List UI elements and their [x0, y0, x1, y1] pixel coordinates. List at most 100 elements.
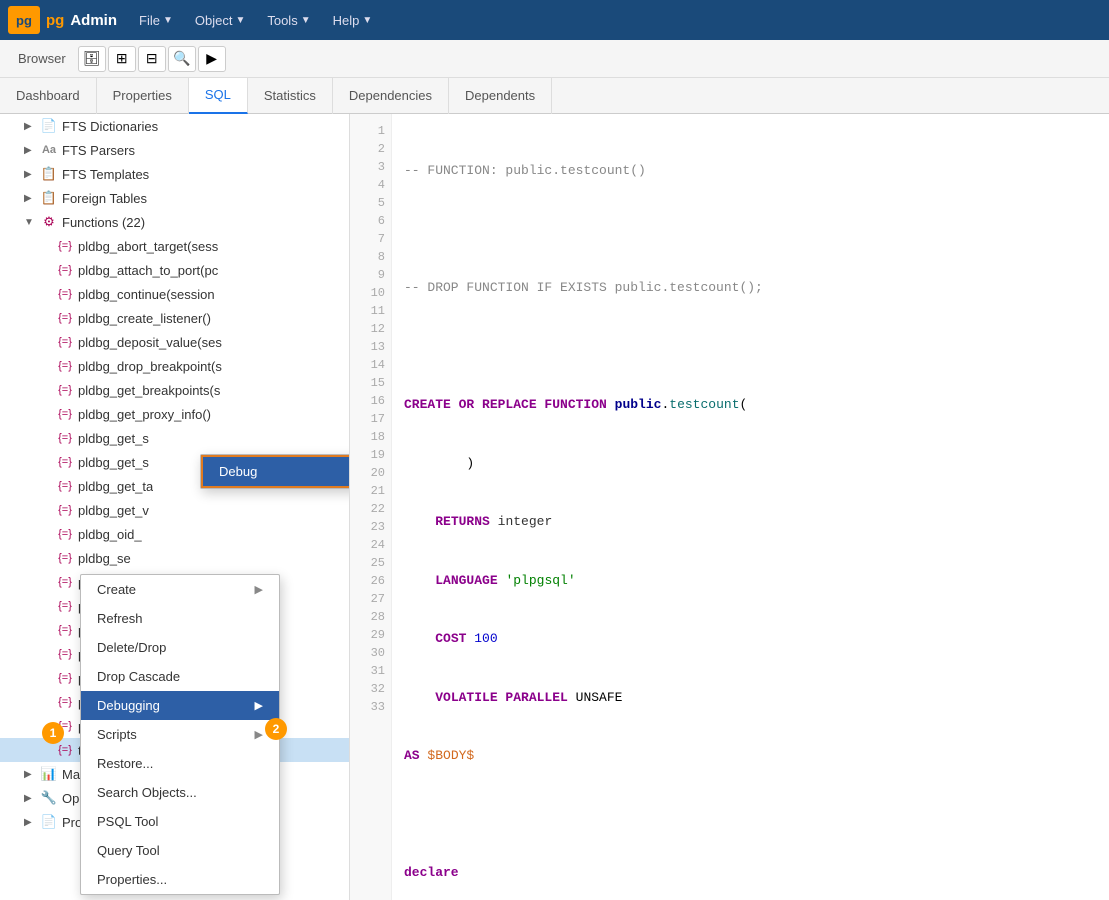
sidebar-item-pldbg-get-s1[interactable]: {=} pldbg_get_s [0, 426, 349, 450]
pldbg-oid-label: pldbg_oid_ [78, 527, 142, 542]
tab-properties[interactable]: Properties [97, 78, 189, 114]
ctx-debugging[interactable]: Debugging ▶ [81, 691, 279, 720]
ctx-refresh[interactable]: Refresh [81, 604, 279, 633]
code-line-4 [404, 337, 1097, 357]
sidebar-item-fts-dictionaries[interactable]: ▶ 📄 FTS Dictionaries [0, 114, 349, 138]
submenu-debug[interactable]: Debug [201, 455, 350, 488]
sidebar-item-pldbg-drop-bp[interactable]: {=} pldbg_drop_breakpoint(s [0, 354, 349, 378]
code-line-13: declare [404, 863, 1097, 883]
sidebar-item-pldbg-continue[interactable]: {=} pldbg_continue(session [0, 282, 349, 306]
line-num-30: 30 [350, 644, 391, 662]
code-area: 1 2 3 4 5 6 7 8 9 10 11 12 13 14 15 16 1… [350, 114, 1109, 900]
ctx-create-arrow: ▶ [255, 583, 263, 596]
sidebar-item-foreign-tables[interactable]: ▶ 📋 Foreign Tables [0, 186, 349, 210]
sidebar-item-pldbg-create[interactable]: {=} pldbg_create_listener() [0, 306, 349, 330]
toolbar2: Browser 🗄 ⊞ ⊟ 🔍 ▶ [0, 40, 1109, 78]
operators-arrow: ▶ [24, 793, 40, 804]
sidebar-item-fts-parsers[interactable]: ▶ Aa FTS Parsers [0, 138, 349, 162]
toolbar-table-btn[interactable]: ⊞ [108, 46, 136, 72]
menu-file[interactable]: File ▼ [129, 9, 183, 32]
ctx-query-tool[interactable]: Query Tool [81, 836, 279, 865]
sidebar-item-pldbg-se[interactable]: {=} pldbg_se [0, 546, 349, 570]
line-num-10: 10 [350, 284, 391, 302]
menu-tools[interactable]: Tools ▼ [257, 9, 320, 32]
pldbg-get-s2-icon: {=} [56, 453, 74, 471]
sidebar-item-pldbg-abort[interactable]: {=} pldbg_abort_target(sess [0, 234, 349, 258]
top-menu: File ▼ Object ▼ Tools ▼ Help ▼ [129, 9, 382, 32]
mat-views-arrow: ▶ [24, 769, 40, 780]
line-num-11: 11 [350, 302, 391, 320]
fts-parsers-arrow: ▶ [24, 145, 40, 156]
line-num-16: 16 [350, 392, 391, 410]
foreign-tables-arrow: ▶ [24, 193, 40, 204]
sidebar-item-pldbg-get-bp[interactable]: {=} pldbg_get_breakpoints(s [0, 378, 349, 402]
toolbar-db-btn[interactable]: 🗄 [78, 46, 106, 72]
ctx-psql-tool[interactable]: PSQL Tool [81, 807, 279, 836]
toolbar-query-btn[interactable]: ▶ [198, 46, 226, 72]
fts-dict-label: FTS Dictionaries [62, 119, 158, 134]
code-line-5: CREATE OR REPLACE FUNCTION public.testco… [404, 395, 1097, 415]
pldbg-drop-bp-icon: {=} [56, 357, 74, 375]
sidebar-item-fts-templates[interactable]: ▶ 📋 FTS Templates [0, 162, 349, 186]
sidebar-item-pldbg-get-proxy[interactable]: {=} pldbg_get_proxy_info() [0, 402, 349, 426]
line-num-26: 26 [350, 572, 391, 590]
tab-statistics[interactable]: Statistics [248, 78, 333, 114]
logo-box: pg [8, 6, 40, 34]
sidebar-item-pldbg-attach[interactable]: {=} pldbg_attach_to_port(pc [0, 258, 349, 282]
ctx-properties-label: Properties... [97, 872, 167, 887]
ctx-scripts-label: Scripts [97, 727, 137, 742]
foreign-tables-label: Foreign Tables [62, 191, 147, 206]
code-content[interactable]: -- FUNCTION: public.testcount() -- DROP … [392, 114, 1109, 900]
fts-templates-arrow: ▶ [24, 169, 40, 180]
sidebar-item-functions[interactable]: ▼ ⚙ Functions (22) [0, 210, 349, 234]
ctx-delete-drop[interactable]: Delete/Drop [81, 633, 279, 662]
menu-object[interactable]: Object ▼ [185, 9, 255, 32]
submenu-debugging: Debug [200, 454, 350, 489]
toolbar-search-btn[interactable]: 🔍 [168, 46, 196, 72]
tab-sql[interactable]: SQL [189, 78, 248, 114]
tabbar: Dashboard Properties SQL Statistics Depe… [0, 78, 1109, 114]
line-num-31: 31 [350, 662, 391, 680]
line-num-18: 18 [350, 428, 391, 446]
pldbg-get-ta-label: pldbg_get_ta [78, 479, 153, 494]
logo-admin: Admin [70, 12, 117, 29]
ctx-scripts[interactable]: Scripts ▶ [81, 720, 279, 749]
code-line-12 [404, 805, 1097, 825]
pldbg-attach-label: pldbg_attach_to_port(pc [78, 263, 218, 278]
pldbg-create-label: pldbg_create_listener() [78, 311, 211, 326]
app-logo: pg pgAdmin [8, 6, 117, 34]
pldbg-se-icon: {=} [56, 549, 74, 567]
sidebar-item-pldbg-deposit[interactable]: {=} pldbg_deposit_value(ses [0, 330, 349, 354]
ctx-restore-label: Restore... [97, 756, 153, 771]
pldbg-step2-icon: {=} [56, 645, 74, 663]
fts-parsers-label: FTS Parsers [62, 143, 135, 158]
procedures-arrow: ▶ [24, 817, 40, 828]
line-num-24: 24 [350, 536, 391, 554]
step-badge-2: 2 [265, 718, 287, 740]
pldbg-attach-icon: {=} [56, 261, 74, 279]
ctx-search-objects[interactable]: Search Objects... [81, 778, 279, 807]
ctx-debugging-arrow: ▶ [255, 699, 263, 712]
sidebar-item-pldbg-oid[interactable]: {=} pldbg_oid_ [0, 522, 349, 546]
pldbg-get-bp-icon: {=} [56, 381, 74, 399]
pldbg-deposit-icon: {=} [56, 333, 74, 351]
ctx-drop-cascade-label: Drop Cascade [97, 669, 180, 684]
ctx-properties[interactable]: Properties... [81, 865, 279, 894]
line-num-15: 15 [350, 374, 391, 392]
sidebar-item-pldbg-get-v[interactable]: {=} pldbg_get_v [0, 498, 349, 522]
line-num-12: 12 [350, 320, 391, 338]
pldbg-abort-label: pldbg_abort_target(sess [78, 239, 218, 254]
menu-help[interactable]: Help ▼ [323, 9, 383, 32]
line-num-9: 9 [350, 266, 391, 284]
toolbar-restore-btn[interactable]: ⊟ [138, 46, 166, 72]
tab-dashboard[interactable]: Dashboard [0, 78, 97, 114]
ctx-create-label: Create [97, 582, 136, 597]
ctx-create[interactable]: Create ▶ [81, 575, 279, 604]
tab-dependents[interactable]: Dependents [449, 78, 552, 114]
ctx-restore[interactable]: Restore... [81, 749, 279, 778]
tab-dependencies[interactable]: Dependencies [333, 78, 449, 114]
pldbg-abort-icon: {=} [56, 237, 74, 255]
ctx-drop-cascade[interactable]: Drop Cascade [81, 662, 279, 691]
code-line-1: -- FUNCTION: public.testcount() [404, 161, 1097, 181]
pldbg-oid-icon: {=} [56, 525, 74, 543]
